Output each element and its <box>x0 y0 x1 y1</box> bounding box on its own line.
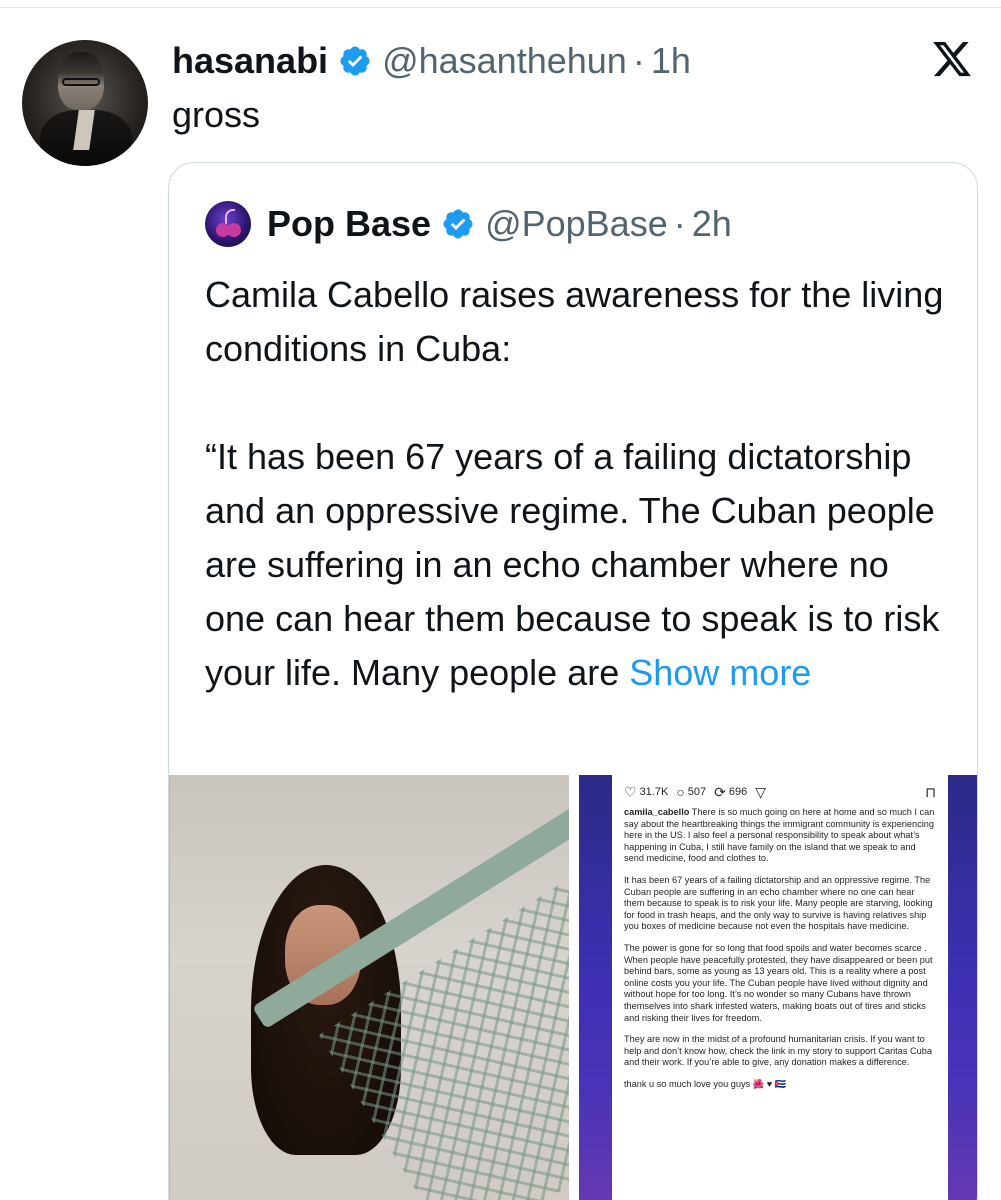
verified-badge-icon <box>443 209 473 239</box>
quoted-tweet-text: Camila Cabello raises awareness for the … <box>205 268 955 700</box>
reposts-count: 696 <box>728 786 748 798</box>
bookmark-icon: ⊓ <box>925 783 936 800</box>
instagram-stats-bar: ♡ 31.7K ○ 507 ⟳ 696 ▽ ⊓ <box>624 783 936 801</box>
caption-paragraph: It has been 67 years of a failing dictat… <box>624 874 933 932</box>
repost-icon: ⟳ <box>714 783 726 800</box>
quoted-author-name[interactable]: Pop Base <box>267 203 431 245</box>
quoted-author-handle[interactable]: @PopBase <box>485 203 668 245</box>
author-handle[interactable]: @hasanthehun <box>382 40 627 82</box>
quoted-text-paragraph: Camila Cabello raises awareness for the … <box>205 274 944 369</box>
media-grid: ♡ 31.7K ○ 507 ⟳ 696 ▽ ⊓ camila_cabello T… <box>169 775 977 1200</box>
caption-paragraph: thank u so much love you guys 🌺 ♥ 🇨🇺 <box>624 1078 787 1089</box>
quoted-tweet-timestamp[interactable]: 2h <box>692 203 732 245</box>
share-icon: ▽ <box>755 783 767 800</box>
top-divider <box>0 0 1001 8</box>
caption-username: camila_cabello <box>624 807 690 817</box>
caption-paragraph: They are now in the midst of a profound … <box>624 1034 932 1068</box>
media-instagram-screenshot[interactable]: ♡ 31.7K ○ 507 ⟳ 696 ▽ ⊓ camila_cabello T… <box>579 775 977 1200</box>
x-logo-icon[interactable] <box>930 38 974 80</box>
media-photo[interactable] <box>169 775 569 1200</box>
author-avatar[interactable] <box>22 40 148 166</box>
heart-icon: ♡ <box>624 783 637 800</box>
instagram-post-panel: ♡ 31.7K ○ 507 ⟳ 696 ▽ ⊓ camila_cabello T… <box>612 775 948 1200</box>
caption-paragraph: camila_cabello There is so much going on… <box>624 807 936 865</box>
quoted-tweet-header: Pop Base @PopBase · 2h <box>267 199 732 249</box>
tweet-timestamp[interactable]: 1h <box>651 40 691 82</box>
quoted-text-paragraph: “It has been 67 years of a failing dicta… <box>205 430 955 700</box>
avatar-glasses-shape <box>62 78 100 86</box>
tweet-text: gross <box>172 94 261 135</box>
show-more-link[interactable]: Show more <box>629 652 811 693</box>
wall-line-shape <box>169 775 170 1200</box>
quoted-text-quote: “It has been 67 years of a failing dicta… <box>205 436 940 693</box>
tweet-header: hasanabi @hasanthehun · 1h <box>172 36 691 86</box>
separator-dot: · <box>632 40 645 81</box>
verified-badge-icon <box>340 46 370 76</box>
cherry-shape <box>227 223 241 237</box>
caption-paragraph: The power is gone for so long that food … <box>624 942 933 1023</box>
likes-count: 31.7K <box>639 786 669 798</box>
separator-dot: · <box>673 203 686 244</box>
quoted-tweet-card[interactable]: Pop Base @PopBase · 2h Camila Cabello ra… <box>168 162 978 1200</box>
comment-icon: ○ <box>676 784 685 800</box>
author-name[interactable]: hasanabi <box>172 40 328 82</box>
comments-count: 507 <box>687 786 707 798</box>
quoted-author-avatar[interactable] <box>205 201 251 247</box>
instagram-caption: camila_cabello There is so much going on… <box>624 807 936 1090</box>
